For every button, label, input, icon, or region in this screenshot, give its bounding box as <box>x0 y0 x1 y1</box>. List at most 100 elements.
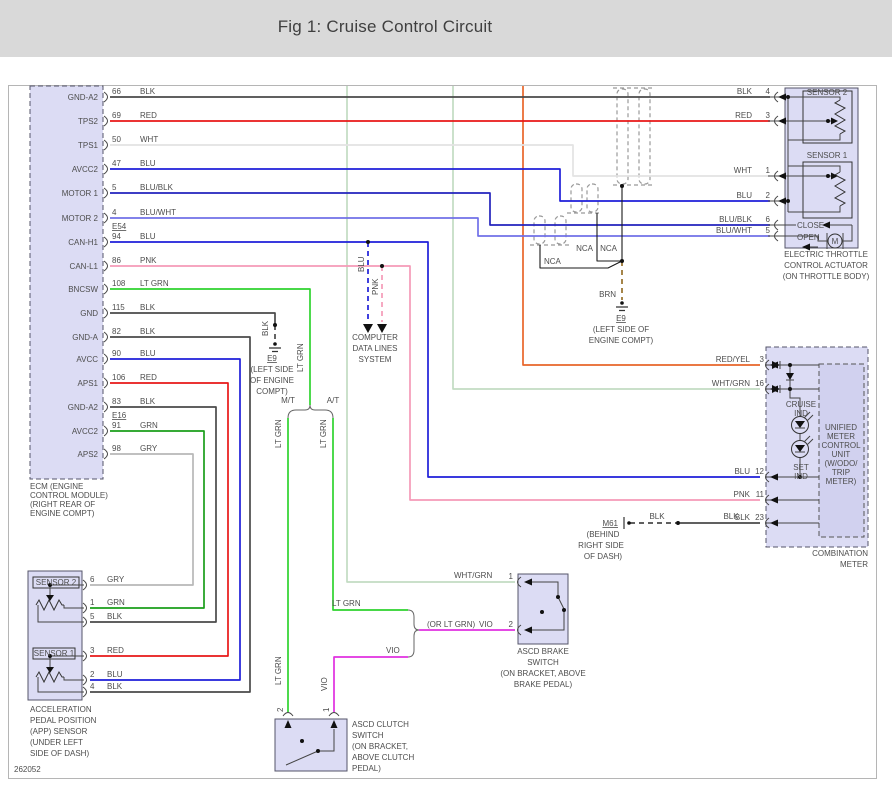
notes-e9-left: OF ENGINE <box>250 376 294 385</box>
app-wire-color: BLU <box>107 670 123 679</box>
ecm-pin-num: 91 <box>112 421 121 430</box>
throttle-pin-num: 4 <box>766 87 771 96</box>
meter-m61-wire: BLK <box>723 512 739 521</box>
ecm-pin-num: 66 <box>112 87 121 96</box>
throttle-sensor2: SENSOR 2 <box>807 88 848 97</box>
notes-e9-left: E9 <box>267 354 277 363</box>
meter-caption: METER <box>840 560 868 569</box>
ecm-pin-num: 108 <box>112 279 126 288</box>
clutch-caption: ASCD CLUTCH <box>352 720 409 729</box>
clutch-caption: PEDAL) <box>352 764 381 773</box>
meter-unit: UNIFIED <box>825 423 857 432</box>
app-caption: (APP) SENSOR <box>30 727 88 736</box>
ecm-wire-color: BLK <box>140 327 156 336</box>
app-sensor1: SENSOR 1 <box>34 649 75 658</box>
wire-motor1-blu-blk <box>110 192 770 226</box>
diagram-frame <box>8 85 877 779</box>
throttle-pin-num: 6 <box>766 215 771 224</box>
ecm-pin-num: 86 <box>112 256 121 265</box>
ecm-pin-num: 115 <box>112 303 125 312</box>
wire-avcc2-blu <box>110 168 770 202</box>
notes-wire-color-v: LT GRN <box>274 419 283 448</box>
ecm-pin-name: APS2 <box>78 450 99 459</box>
throttle-wire-color: BLK <box>737 87 753 96</box>
throttle-caption: (ON THROTTLE BODY) <box>783 272 870 281</box>
notes-wire-color-v: BLK <box>261 320 270 336</box>
ecm-caption: ENGINE COMPT) <box>30 509 95 518</box>
app-caption: ACCELERATION <box>30 705 92 714</box>
meter-unit: METER <box>827 432 855 441</box>
meter-unit: TRIP <box>832 468 850 477</box>
wire-vio-clutch <box>333 656 408 712</box>
ecm-pin-name: GND-A2 <box>68 403 99 412</box>
brake-pin-num: 2 <box>509 620 514 629</box>
ecm-wire-color: GRN <box>140 421 158 430</box>
notes-data-lines: COMPUTER <box>352 333 398 342</box>
ecm-wire-color: BLU/WHT <box>140 208 176 217</box>
notes-wire-color: LT GRN <box>332 599 361 608</box>
clutch-caption: ABOVE CLUTCH <box>352 753 414 762</box>
ecm-pin-name: TPS1 <box>78 141 99 150</box>
throttle-wire-color: WHT <box>734 166 752 175</box>
app-sensor2: SENSOR 2 <box>36 578 77 587</box>
app-wire-color: RED <box>107 646 124 655</box>
ground-e9-right-icon <box>616 301 628 312</box>
wire-motor2-blu-wht <box>110 217 770 237</box>
meter-unit: UNIT <box>832 450 851 459</box>
notes-wire-color: VIO <box>386 646 400 655</box>
meter-m61-loc: (BEHIND <box>587 530 620 539</box>
ecm-pin-num: 4 <box>112 208 117 217</box>
meter-pin-num: 16 <box>755 379 764 388</box>
notes-e9-right: ENGINE COMPT) <box>589 336 654 345</box>
ecm-connector: E16 <box>112 411 127 420</box>
ecm-pin-name: AVCC <box>76 355 98 364</box>
notes-wire-color-v: LT GRN <box>274 656 283 685</box>
meter-m61-loc: OF DASH) <box>584 552 623 561</box>
wire-tps1-wht <box>110 144 770 177</box>
throttle-caption: ELECTRIC THROTTLE <box>784 250 868 259</box>
meter-pin-num: 23 <box>755 513 764 522</box>
ecm-pin-num: 5 <box>112 183 117 192</box>
ecm-pin-num: 83 <box>112 397 121 406</box>
ecm-pin-name: CAN-L1 <box>70 262 99 271</box>
app-pin-num: 4 <box>90 682 95 691</box>
notes-wire-color-v: BLU <box>357 256 366 272</box>
app-caption: SIDE OF DASH) <box>30 749 89 758</box>
notes-wire-color-v: LT GRN <box>296 343 305 372</box>
brake-wire-alt: (OR LT GRN) <box>427 620 475 629</box>
ground-symbols <box>269 301 631 529</box>
ecm-wire-color: BLK <box>140 303 156 312</box>
app-pin-num: 3 <box>90 646 95 655</box>
ecm-wire-color: BLU/BLK <box>140 183 174 192</box>
ecm-wire-color: BLK <box>140 397 156 406</box>
meter-m61: M61 <box>602 519 618 528</box>
brake-caption: (ON BRACKET, ABOVE <box>500 669 585 678</box>
ecm-pin-num: 106 <box>112 373 126 382</box>
ecm-wire-color: RED <box>140 373 157 382</box>
brake-caption: BRAKE PEDAL) <box>514 680 573 689</box>
ecm-pin-name: TPS2 <box>78 117 99 126</box>
ecm-pin-num: 69 <box>112 111 121 120</box>
app-pin-num: 1 <box>90 598 95 607</box>
ecm-pin-name: GND <box>80 309 98 318</box>
app-pin-num: 6 <box>90 575 95 584</box>
mt-at-split-brace <box>287 404 334 419</box>
app-caption: PEDAL POSITION <box>30 716 97 725</box>
meter-cruise-ind: CRUISE <box>786 400 816 409</box>
ecm-wire-color: BLU <box>140 349 156 358</box>
throttle-wire-color: RED <box>735 111 752 120</box>
ecm-wire-color: RED <box>140 111 157 120</box>
throttle-wire-color: BLU <box>736 191 752 200</box>
notes-wire-color-v: PNK <box>371 278 380 295</box>
ecm-pin-name: MOTOR 2 <box>62 214 99 223</box>
notes-figure-code: 262052 <box>14 765 41 774</box>
cruise-control-wiring-diagram: .w-BLK{stroke:#4a4a4a}.w-RED{stroke:#e81… <box>8 85 877 779</box>
ecm-pin-name: AVCC2 <box>72 427 99 436</box>
meter-pin-num: 11 <box>756 490 765 499</box>
ecm-pin-name: APS1 <box>78 379 99 388</box>
ecm-pin-num: 90 <box>112 349 121 358</box>
meter-unit: (W/ODO/ <box>825 459 859 468</box>
throttle-pin-num: 2 <box>766 191 771 200</box>
brake-pin-num: 1 <box>509 572 514 581</box>
meter-unit: CONTROL <box>821 441 861 450</box>
